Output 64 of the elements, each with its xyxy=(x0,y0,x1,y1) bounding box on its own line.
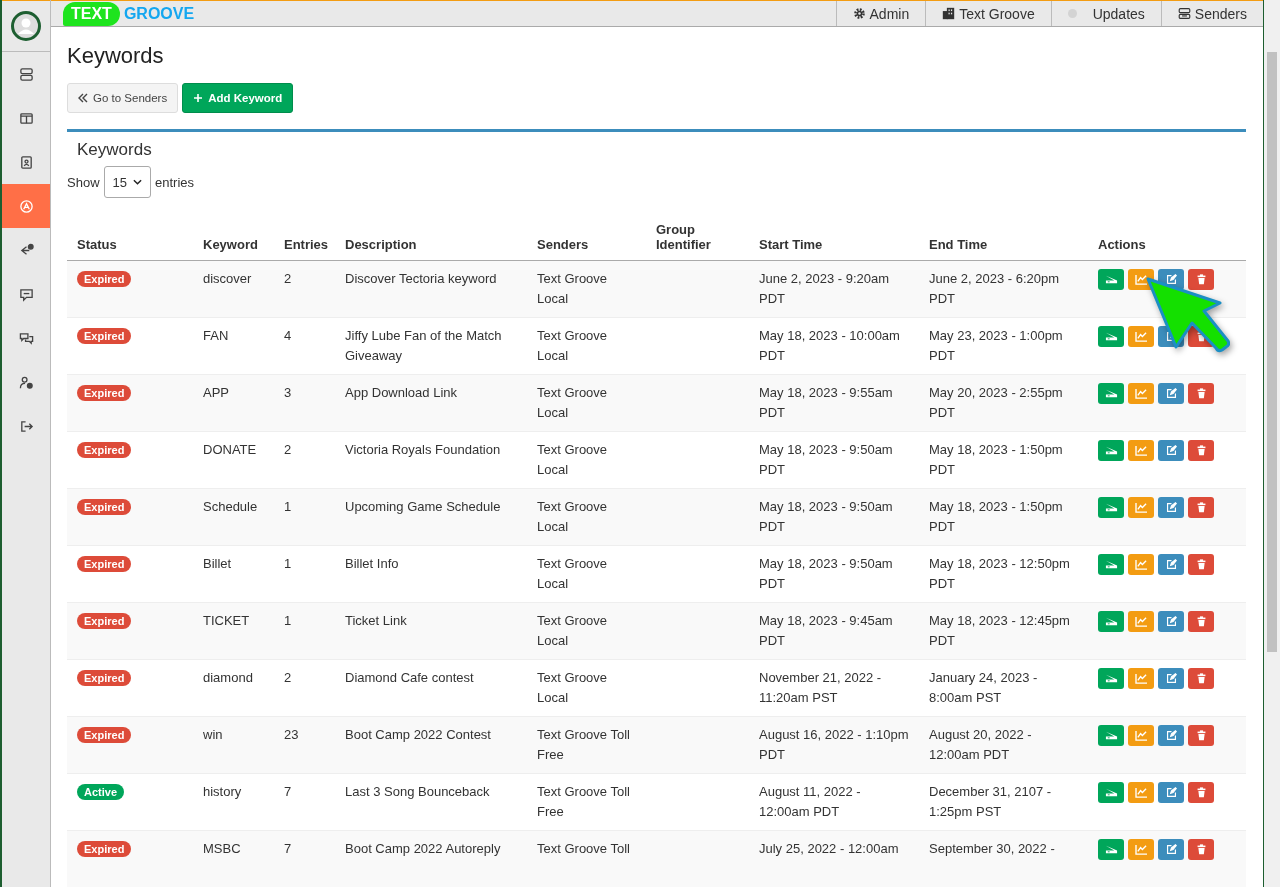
status-badge: Expired xyxy=(77,727,132,743)
table-cell: May 18, 2023 - 9:50am PDT xyxy=(749,488,919,546)
status-badge: Expired xyxy=(77,613,132,629)
column-header[interactable]: Keyword xyxy=(193,214,274,261)
table-cell: Boot Camp 2022 Contest xyxy=(335,716,527,774)
table-cell: Discover Tectoria keyword xyxy=(335,260,527,318)
table-cell: September 30, 2022 - xyxy=(919,830,1088,887)
table-cell: 7 xyxy=(274,830,335,887)
column-header[interactable]: Status xyxy=(67,214,193,261)
status-badge: Expired xyxy=(77,670,132,686)
table-cell: 1 xyxy=(274,488,335,546)
table-cell: May 20, 2023 - 2:55pm PDT xyxy=(919,374,1088,432)
status-badge: Expired xyxy=(77,271,132,287)
column-header[interactable]: Group Identifier xyxy=(646,214,749,261)
table-cell: May 18, 2023 - 12:45pm PDT xyxy=(919,602,1088,660)
back-button[interactable]: Go to Senders xyxy=(67,83,179,113)
column-header[interactable]: Description xyxy=(335,214,527,261)
table-cell: Text Groove Toll xyxy=(527,830,646,887)
status-badge: Expired xyxy=(77,841,132,857)
table-cell: Ticket Link xyxy=(335,602,527,660)
status-badge: Expired xyxy=(77,499,132,515)
column-header[interactable]: Entries xyxy=(274,214,335,261)
table-cell: MSBC xyxy=(193,830,274,887)
status-badge: Expired xyxy=(77,328,132,344)
column-header[interactable]: Senders xyxy=(527,214,646,261)
table-cell: 23 xyxy=(274,716,335,774)
table-cell: 2 xyxy=(274,260,335,318)
table-cell: May 18, 2023 - 9:55am PDT xyxy=(749,374,919,432)
status-badge: Expired xyxy=(77,442,132,458)
status-badge: Expired xyxy=(77,556,132,572)
logo-text: GROOVE xyxy=(123,4,195,23)
table-cell: win xyxy=(193,716,274,774)
status-badge: Active xyxy=(77,784,125,800)
table-cell: App Download Link xyxy=(335,374,527,432)
table-cell: August 20, 2022 - 12:00am PDT xyxy=(919,716,1088,774)
table-cell: Text Groove Toll Free xyxy=(527,716,646,774)
table-cell: May 18, 2023 - 1:50pm PDT xyxy=(919,488,1088,546)
table-cell: Text Groove Local xyxy=(527,488,646,546)
column-header[interactable]: End Time xyxy=(919,214,1088,261)
table-cell: Boot Camp 2022 Autoreply xyxy=(335,830,527,887)
table-cell: TICKET xyxy=(193,602,274,660)
table-cell: Upcoming Game Schedule xyxy=(335,488,527,546)
page-title: Keywords xyxy=(67,43,165,69)
table-cell: May 18, 2023 - 9:45am PDT xyxy=(749,602,919,660)
status-badge: Expired xyxy=(77,385,132,401)
table-cell: APP xyxy=(193,374,274,432)
entries-label: entries xyxy=(155,174,195,190)
table-cell: June 2, 2023 - 6:20pm PDT xyxy=(919,260,1088,318)
panel-title: Keywords xyxy=(77,140,153,160)
logo-badge: TEXT xyxy=(63,1,120,26)
column-header[interactable]: Start Time xyxy=(749,214,919,261)
table-cell: July 25, 2022 - 12:00am xyxy=(749,830,919,887)
table-cell: Schedule xyxy=(193,488,274,546)
table-cell: Text Groove Local xyxy=(527,602,646,660)
table-cell: Text Groove Local xyxy=(527,260,646,318)
table-cell: 3 xyxy=(274,374,335,432)
table-cell: discover xyxy=(193,260,274,318)
show-label: Show xyxy=(67,174,100,190)
table-cell: 1 xyxy=(274,602,335,660)
table-cell: August 16, 2022 - 1:10pm PDT xyxy=(749,716,919,774)
table-cell: June 2, 2023 - 9:20am PDT xyxy=(749,260,919,318)
entries-select[interactable]: 15 xyxy=(103,166,151,198)
column-header[interactable]: Actions xyxy=(1088,214,1246,261)
table-cell: Text Groove Local xyxy=(527,374,646,432)
